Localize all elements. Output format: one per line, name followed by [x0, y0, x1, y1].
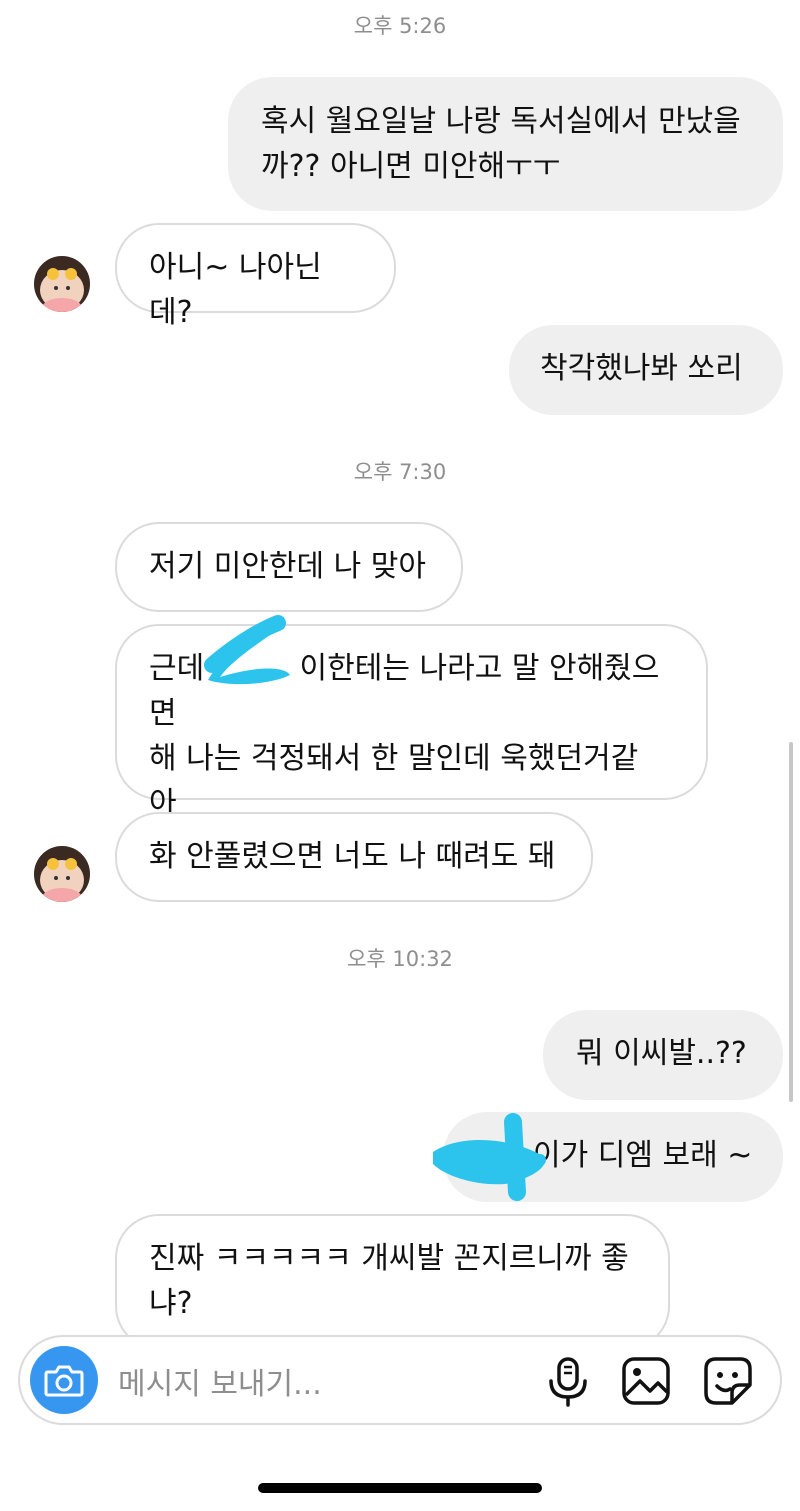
timestamp: 오후 10:32 — [347, 947, 453, 971]
incoming-message[interactable]: 진짜 ㅋㅋㅋㅋㅋ 개씨발 꼰지르니까 좋 냐? — [115, 1214, 670, 1350]
incoming-message[interactable]: 아니~ 나아닌데? — [115, 223, 396, 330]
outgoing-message[interactable]: 혹시 월요일날 나랑 독서실에서 만났을 까?? 아니면 미안해ㅜㅜ — [228, 77, 783, 211]
camera-button[interactable] — [30, 1346, 98, 1414]
redaction-scribble — [433, 1113, 546, 1201]
sticker-icon[interactable] — [702, 1355, 754, 1407]
message-composer: 메시지 보내기... — [18, 1335, 782, 1425]
redaction-scribble — [204, 615, 290, 685]
microphone-icon[interactable] — [542, 1355, 594, 1407]
timestamp: 오후 5:26 — [353, 14, 447, 38]
outgoing-message[interactable]: 뭐 이씨발..?? — [543, 1010, 783, 1100]
timestamp: 오후 7:30 — [353, 460, 447, 484]
incoming-message[interactable]: 화 안풀렸으면 너도 나 때려도 돼 — [115, 812, 593, 902]
gallery-icon[interactable] — [620, 1355, 672, 1407]
scrollbar[interactable] — [789, 742, 793, 1102]
message-input[interactable]: 메시지 보내기... — [118, 1359, 322, 1403]
contact-avatar[interactable] — [34, 846, 90, 902]
incoming-message[interactable]: 저기 미안한데 나 맞아 — [115, 522, 463, 612]
contact-avatar[interactable] — [34, 256, 90, 312]
home-indicator[interactable] — [258, 1483, 542, 1493]
outgoing-message[interactable]: 착각했나봐 쏘리 — [509, 325, 783, 415]
camera-icon — [44, 1365, 84, 1397]
